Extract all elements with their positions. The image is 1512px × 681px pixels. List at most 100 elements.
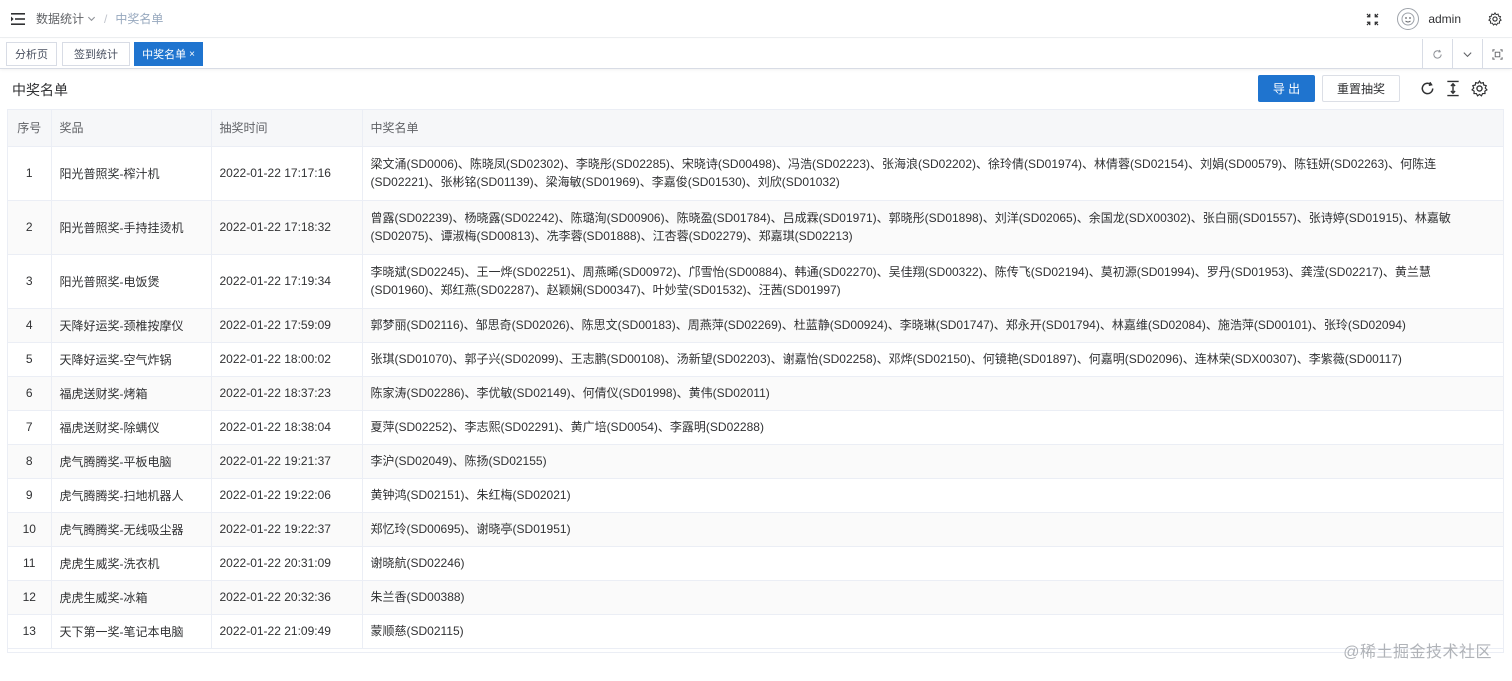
cell-draw-time: 2022-01-22 18:00:02: [211, 342, 363, 377]
cell-draw-time: 2022-01-22 18:37:23: [211, 376, 363, 411]
table-row[interactable]: 5 天降好运奖-空气炸锅 2022-01-22 18:00:02 张琪(SD01…: [8, 342, 1503, 377]
cell-winners: 蒙顺慈(SD02115): [362, 614, 1503, 649]
cell-winners: 谢晓航(SD02246): [362, 546, 1503, 581]
navbar: 数据统计 / 中奖名单 admin: [0, 0, 1512, 38]
close-icon[interactable]: ×: [189, 49, 195, 60]
cell-winners: 李沪(SD02049)、陈扬(SD02155): [362, 444, 1503, 479]
table-row[interactable]: 9 虎气腾腾奖-扫地机器人 2022-01-22 19:22:06 黄钟鸿(SD…: [8, 478, 1503, 513]
breadcrumb-separator: /: [104, 11, 108, 26]
winners-table: 序号 奖品 抽奖时间 中奖名单 1 阳光普照奖-榨汁机 2022-01-22 1…: [7, 109, 1504, 653]
watermark: @稀土掘金技术社区: [1343, 644, 1492, 661]
cell-index: 7: [8, 410, 52, 445]
cell-draw-time: 2022-01-22 17:17:16: [211, 146, 363, 201]
table-row[interactable]: 7 福虎送财奖-除螨仪 2022-01-22 18:38:04 夏萍(SD022…: [8, 410, 1503, 445]
fullscreen-icon[interactable]: [1482, 39, 1512, 69]
cell-prize: 虎虎生威奖-洗衣机: [51, 546, 212, 581]
cell-winners: 张琪(SD01070)、郭子兴(SD02099)、王志鹏(SD00108)、汤新…: [362, 342, 1503, 377]
cell-prize: 虎虎生威奖-冰箱: [51, 580, 212, 615]
cell-prize: 天降好运奖-空气炸锅: [51, 342, 212, 377]
cell-index: 5: [8, 342, 52, 377]
refresh-icon[interactable]: [1418, 79, 1436, 97]
table-row[interactable]: 12 虎虎生威奖-冰箱 2022-01-22 20:32:36 朱兰香(SD00…: [8, 580, 1503, 615]
tag-analysis[interactable]: 分析页: [6, 42, 57, 66]
column-height-icon[interactable]: [1444, 79, 1462, 97]
table-row[interactable]: 11 虎虎生威奖-洗衣机 2022-01-22 20:31:09 谢晓航(SD0…: [8, 546, 1503, 581]
tag-label: 分析页: [15, 49, 48, 61]
table-row[interactable]: 6 福虎送财奖-烤箱 2022-01-22 18:37:23 陈家涛(SD022…: [8, 376, 1503, 411]
column-header-prize: 奖品: [51, 110, 212, 147]
tag-label: 中奖名单: [142, 49, 187, 61]
cell-draw-time: 2022-01-22 20:31:09: [211, 546, 363, 581]
username[interactable]: admin: [1428, 12, 1461, 26]
cell-prize: 阳光普照奖-榨汁机: [51, 146, 212, 201]
table-row[interactable]: 3 阳光普照奖-电饭煲 2022-01-22 17:19:34 李晓斌(SD02…: [8, 254, 1503, 309]
table-toolbar: [1418, 76, 1488, 100]
breadcrumb: 数据统计 / 中奖名单: [36, 10, 163, 27]
column-header-winners: 中奖名单: [362, 110, 1503, 147]
breadcrumb-item-stats[interactable]: 数据统计: [36, 10, 84, 27]
tags-view: 分析页 签到统计 中奖名单 ×: [0, 39, 1512, 69]
chevron-down-icon[interactable]: [87, 14, 96, 23]
gear-icon[interactable]: [1470, 79, 1488, 97]
cell-index: 13: [8, 614, 52, 649]
cell-draw-time: 2022-01-22 21:09:49: [211, 614, 363, 649]
cell-prize: 天下第一奖-笔记本电脑: [51, 614, 212, 649]
cell-winners: 黄钟鸿(SD02151)、朱红梅(SD02021): [362, 478, 1503, 513]
gear-icon[interactable]: [1488, 12, 1502, 26]
cell-draw-time: 2022-01-22 17:19:34: [211, 254, 363, 309]
table-row[interactable]: 10 虎气腾腾奖-无线吸尘器 2022-01-22 19:22:37 郑忆玲(S…: [8, 512, 1503, 547]
cell-index: 3: [8, 254, 52, 309]
export-button[interactable]: 导 出: [1258, 75, 1315, 102]
cell-winners: 夏萍(SD02252)、李志熙(SD02291)、黄广培(SD0054)、李露明…: [362, 410, 1503, 445]
table-row[interactable]: 4 天降好运奖-颈椎按摩仪 2022-01-22 17:59:09 郭梦丽(SD…: [8, 308, 1503, 343]
cell-prize: 阳光普照奖-电饭煲: [51, 254, 212, 309]
cell-index: 2: [8, 200, 52, 255]
cell-prize: 福虎送财奖-除螨仪: [51, 410, 212, 445]
cell-index: 9: [8, 478, 52, 513]
table-row[interactable]: 13 天下第一奖-笔记本电脑 2022-01-22 21:09:49 蒙顺慈(S…: [8, 614, 1503, 649]
cell-draw-time: 2022-01-22 19:22:37: [211, 512, 363, 547]
cell-draw-time: 2022-01-22 18:38:04: [211, 410, 363, 445]
fullscreen-icon[interactable]: [1365, 12, 1379, 26]
cell-winners: 郑忆玲(SD00695)、谢晓亭(SD01951): [362, 512, 1503, 547]
tag-signin-stats[interactable]: 签到统计: [62, 42, 130, 66]
page-title: 中奖名单: [12, 82, 68, 98]
cell-winners: 朱兰香(SD00388): [362, 580, 1503, 615]
cell-winners: 陈家涛(SD02286)、李优敏(SD02149)、何倩仪(SD01998)、黄…: [362, 376, 1503, 411]
cell-prize: 虎气腾腾奖-扫地机器人: [51, 478, 212, 513]
cell-prize: 福虎送财奖-烤箱: [51, 376, 212, 411]
cell-winners: 郭梦丽(SD02116)、邹思奇(SD02026)、陈思文(SD00183)、周…: [362, 308, 1503, 343]
cell-winners: 梁文涌(SD0006)、陈晓凤(SD02302)、李晓彤(SD02285)、宋晓…: [362, 146, 1503, 201]
cell-winners: 李晓斌(SD02245)、王一烨(SD02251)、周燕晞(SD00972)、邝…: [362, 254, 1503, 309]
cell-index: 8: [8, 444, 52, 479]
cell-draw-time: 2022-01-22 20:32:36: [211, 580, 363, 615]
cell-prize: 虎气腾腾奖-平板电脑: [51, 444, 212, 479]
avatar[interactable]: [1397, 8, 1420, 30]
table-row[interactable]: 8 虎气腾腾奖-平板电脑 2022-01-22 19:21:37 李沪(SD02…: [8, 444, 1503, 479]
cell-prize: 阳光普照奖-手持挂烫机: [51, 200, 212, 255]
tag-label: 签到统计: [74, 49, 118, 61]
table-row[interactable]: 1 阳光普照奖-榨汁机 2022-01-22 17:17:16 梁文涌(SD00…: [8, 146, 1503, 201]
chevron-down-icon[interactable]: [1452, 39, 1482, 69]
cell-index: 6: [8, 376, 52, 411]
cell-index: 12: [8, 580, 52, 615]
navbar-right: admin: [1365, 0, 1512, 38]
cell-prize: 虎气腾腾奖-无线吸尘器: [51, 512, 212, 547]
table-header-row: 序号 奖品 抽奖时间 中奖名单: [8, 110, 1503, 147]
cell-draw-time: 2022-01-22 17:18:32: [211, 200, 363, 255]
refresh-icon[interactable]: [1422, 39, 1452, 69]
breadcrumb-item-current: 中奖名单: [115, 12, 164, 26]
cell-index: 1: [8, 146, 52, 201]
column-header-draw-time: 抽奖时间: [211, 110, 363, 147]
cell-draw-time: 2022-01-22 17:59:09: [211, 308, 363, 343]
cell-draw-time: 2022-01-22 19:22:06: [211, 478, 363, 513]
reset-draw-button[interactable]: 重置抽奖: [1322, 75, 1400, 102]
cell-prize: 天降好运奖-颈椎按摩仪: [51, 308, 212, 343]
tag-winners[interactable]: 中奖名单 ×: [134, 42, 203, 66]
cell-index: 11: [8, 546, 52, 581]
tag-tools: [1422, 39, 1512, 69]
cell-draw-time: 2022-01-22 19:21:37: [211, 444, 363, 479]
cell-winners: 曾露(SD02239)、杨晓露(SD02242)、陈璐洵(SD00906)、陈晓…: [362, 200, 1503, 255]
table-row[interactable]: 2 阳光普照奖-手持挂烫机 2022-01-22 17:18:32 曾露(SD0…: [8, 200, 1503, 255]
hamburger-icon[interactable]: [0, 0, 36, 38]
